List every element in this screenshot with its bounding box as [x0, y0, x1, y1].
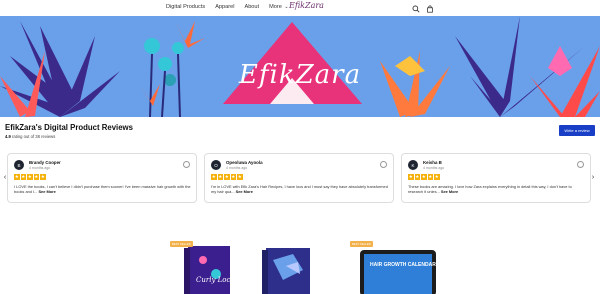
review-card: O Opeoluwa Ayoola 4 months ago ★ ★ ★ ★ ★…: [204, 153, 394, 203]
reviews-rating-summary: 4.9 rating out of 38 reviews: [5, 134, 55, 139]
reviews-title: EfikZara's Digital Product Reviews: [5, 123, 133, 132]
review-card: B Brandy Cooper 4 months ago ★ ★ ★ ★ ★ I…: [7, 153, 197, 203]
reviewer-name: Brandy Cooper: [29, 160, 61, 165]
star-icon: ★: [14, 174, 20, 180]
nav-link-digital-products[interactable]: Digital Products: [166, 4, 205, 10]
star-icon: ★: [427, 174, 433, 180]
review-time: 4 months ago: [29, 166, 51, 170]
review-text: I'm in LOVE with Efik Zara's Hair Recipe…: [211, 184, 389, 195]
rating-value: 4.9: [5, 134, 11, 139]
nav-link-more[interactable]: More ⌄: [269, 4, 289, 10]
review-text: I LOVE the books, I can't believe I didn…: [14, 184, 192, 195]
review-time: 4 months ago: [226, 166, 248, 170]
star-icon: ★: [27, 174, 33, 180]
nav-link-about[interactable]: About: [244, 4, 259, 10]
avatar: K: [408, 160, 418, 170]
google-logo-icon: [183, 161, 190, 168]
book-cover-image: [262, 248, 310, 294]
star-icon: ★: [211, 174, 217, 180]
chevron-down-icon: ⌄: [284, 4, 289, 10]
see-more-link[interactable]: See More: [441, 189, 458, 194]
avatar: O: [211, 160, 221, 170]
best-seller-badge: BEST SELLER: [170, 241, 193, 247]
star-icon: ★: [414, 174, 420, 180]
star-rating: ★ ★ ★ ★ ★: [408, 174, 440, 180]
star-icon: ★: [421, 174, 427, 180]
review-time: 4 months ago: [423, 166, 445, 170]
star-icon: ★: [408, 174, 414, 180]
product-card-curly-locks[interactable]: BEST SELLER Curly Locks: [168, 240, 239, 294]
star-rating: ★ ★ ★ ★ ★: [211, 174, 243, 180]
product-card-book[interactable]: [258, 240, 328, 294]
best-seller-badge: BEST SELLER: [350, 241, 373, 247]
tablet-image: HAIR GROWTH CALENDAR: [360, 250, 436, 294]
review-text: These books are amazing. I love how Zara…: [408, 184, 586, 195]
star-icon: ★: [224, 174, 230, 180]
site-logo[interactable]: EfikZara: [289, 1, 324, 10]
hero-title: EfikZara: [238, 60, 362, 90]
google-logo-icon: [380, 161, 387, 168]
calendar-cover-title: HAIR GROWTH CALENDAR: [370, 262, 436, 268]
cart-icon[interactable]: [426, 5, 434, 13]
star-rating: ★ ★ ★ ★ ★: [14, 174, 46, 180]
avatar: B: [14, 160, 24, 170]
book-cover-title: Curly Locks: [196, 276, 238, 284]
star-icon: ★: [237, 174, 243, 180]
nav-link-more-label: More: [269, 4, 282, 10]
star-icon: ★: [40, 174, 46, 180]
reviewer-name: Keisha B: [423, 160, 442, 165]
book-cover-image: Curly Locks: [184, 246, 239, 294]
rating-text: rating out of 38 reviews: [12, 134, 56, 139]
star-icon: ★: [230, 174, 236, 180]
see-more-link[interactable]: See More: [38, 189, 55, 194]
star-icon: ★: [33, 174, 39, 180]
top-nav: Digital Products Apparel About More ⌄ Ef…: [0, 0, 600, 16]
nav-links: Digital Products Apparel About More ⌄: [166, 4, 289, 10]
star-icon: ★: [434, 174, 440, 180]
nav-link-apparel[interactable]: Apparel: [215, 4, 234, 10]
reviewer-name: Opeoluwa Ayoola: [226, 160, 263, 165]
review-card: K Keisha B 4 months ago ★ ★ ★ ★ ★ These …: [401, 153, 591, 203]
hero-banner: EfikZara: [0, 16, 600, 117]
google-logo-icon: [577, 161, 584, 168]
star-icon: ★: [217, 174, 223, 180]
product-card-hair-growth-calendar[interactable]: BEST SELLER HAIR GROWTH CALENDAR: [348, 240, 438, 294]
see-more-link[interactable]: See More: [236, 189, 253, 194]
star-icon: ★: [20, 174, 26, 180]
review-body: These books are amazing. I love how Zara…: [408, 184, 572, 195]
search-icon[interactable]: [412, 5, 420, 13]
write-review-button[interactable]: Write a review: [559, 125, 595, 136]
